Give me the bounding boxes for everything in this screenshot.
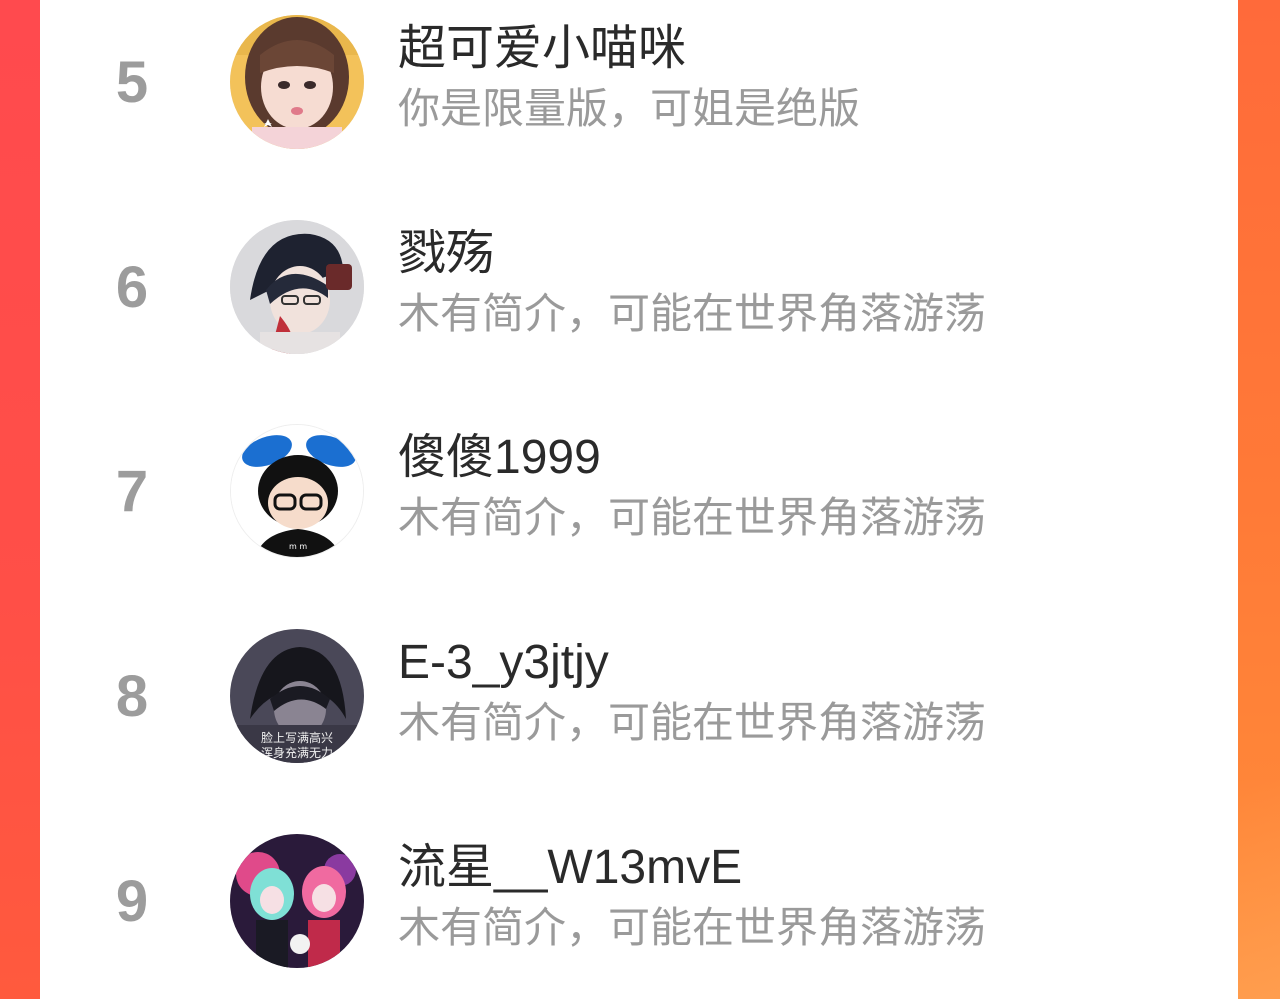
rank-number: 9 <box>115 868 149 934</box>
background-left-edge <box>0 0 40 999</box>
background-right-edge <box>1238 0 1280 999</box>
user-name: 戮殇 <box>398 227 495 280</box>
rank-number: 6 <box>115 254 149 320</box>
anime-pair-avatar-icon <box>230 834 364 968</box>
user-bio: 木有简介，可能在世界角落游荡 <box>398 904 987 951</box>
rank-number: 8 <box>115 663 149 729</box>
girl-photo-avatar-icon <box>230 15 364 149</box>
list-item[interactable]: 5 超可爱小喵咪 你是限量版，可姐是绝版 <box>40 12 1238 152</box>
user-name: E-3_y3jtjy <box>398 636 609 689</box>
user-bio: 木有简介，可能在世界角落游荡 <box>398 290 987 337</box>
user-bio: 木有简介，可能在世界角落游荡 <box>398 699 987 746</box>
user-avatar[interactable]: m m <box>230 424 364 558</box>
user-avatar[interactable] <box>230 15 364 149</box>
user-bio: 木有简介，可能在世界角落游荡 <box>398 494 987 541</box>
rank-number: 7 <box>115 458 149 524</box>
user-avatar[interactable] <box>230 834 364 968</box>
list-item[interactable]: 9 流星__W13mvE 木有简介，可能在世界角落游荡 <box>40 831 1238 971</box>
avatar-caption-line2: 浑身充满无力 <box>261 745 333 760</box>
user-bio: 你是限量版，可姐是绝版 <box>398 85 861 132</box>
user-avatar[interactable] <box>230 220 364 354</box>
anime-boy-avatar-icon <box>230 220 364 354</box>
list-item[interactable]: 8 脸上写满高兴 浑身充满无力 E-3_y3jtjy 木有简介，可能在世界角落游… <box>40 626 1238 766</box>
list-item[interactable]: 7 m m 傻傻1999 木有简介，可能在世界角落游荡 <box>40 421 1238 561</box>
user-name: 流星__W13mvE <box>398 841 743 894</box>
user-name: 超可爱小喵咪 <box>398 22 687 75</box>
avatar-caption-line1: 脸上写满高兴 <box>261 730 333 745</box>
list-item[interactable]: 6 戮殇 木有简介，可能在世界角落游荡 <box>40 217 1238 357</box>
rank-number: 5 <box>115 49 149 115</box>
dark-anime-avatar-icon: 脸上写满高兴 浑身充满无力 <box>230 629 364 763</box>
user-avatar[interactable]: 脸上写满高兴 浑身充满无力 <box>230 629 364 763</box>
user-name: 傻傻1999 <box>398 431 601 484</box>
ranking-list-panel: 5 超可爱小喵咪 你是限量版，可姐是绝版 6 戮殇 木有简介，可能在世界角落游荡… <box>40 0 1238 999</box>
bunny-ears-cartoon-avatar-icon: m m <box>231 425 363 557</box>
svg-text:m m: m m <box>289 542 307 551</box>
